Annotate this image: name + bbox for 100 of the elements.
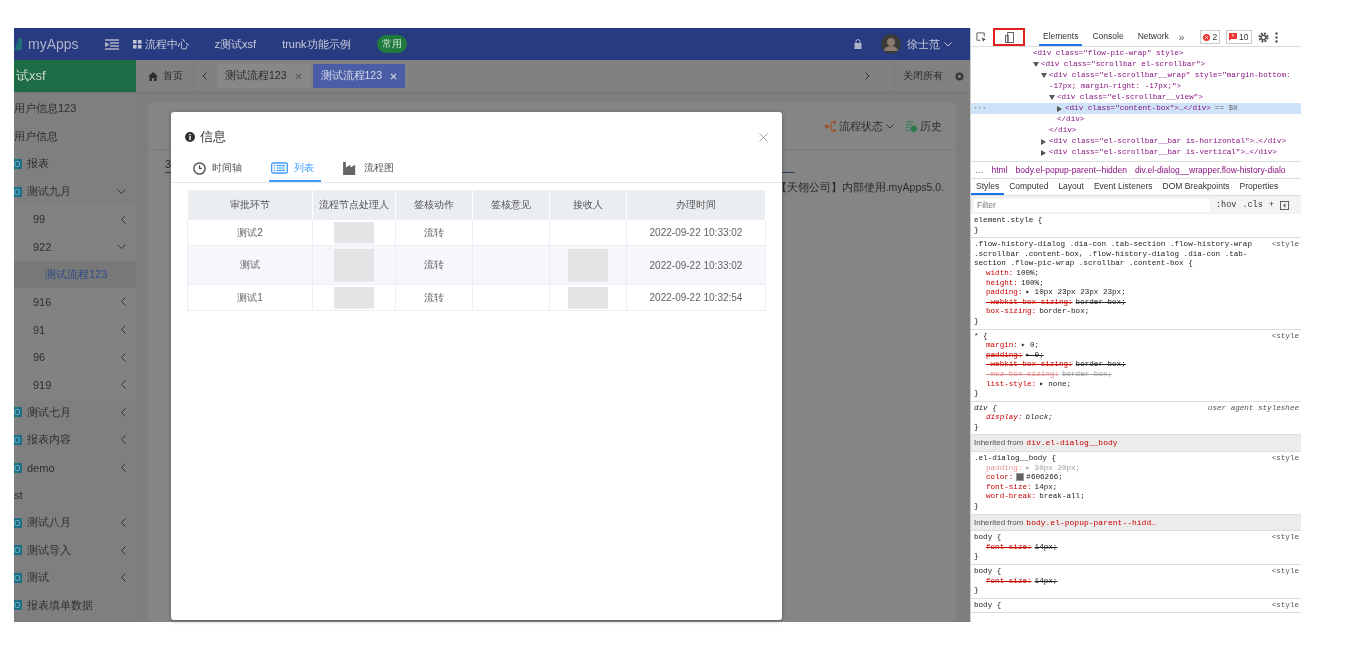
chevron-down-icon — [117, 244, 126, 250]
chevron-left-icon — [121, 407, 126, 417]
info-icon — [185, 132, 195, 142]
dialog-tab[interactable]: 时间轴 — [191, 156, 249, 182]
devtools-tab[interactable]: Elements — [1039, 28, 1083, 46]
styles-tab[interactable]: Computed — [1004, 179, 1054, 195]
close-all-button[interactable]: 关闭所有 — [894, 60, 943, 92]
breadcrumb[interactable]: div.el-dialog__wrapper.flow-history-dialo — [1134, 165, 1286, 175]
home-tab[interactable]: 首页 — [148, 60, 194, 92]
table-cell: 流转 — [395, 245, 473, 285]
folder-icon — [14, 462, 22, 473]
filter-toggle[interactable]: .cls — [1242, 200, 1263, 210]
sidebar-toggle-icon[interactable] — [1279, 200, 1289, 210]
color-swatch[interactable] — [1016, 473, 1025, 482]
settings-icon[interactable] — [955, 71, 964, 81]
table-cell: 测试1 — [187, 284, 313, 311]
column-header: 流程节点处理人 — [312, 190, 396, 220]
warning-count[interactable]: 10 — [1226, 30, 1252, 44]
chevron-left-icon — [121, 463, 126, 472]
inherited-selector[interactable]: body.el-popup-parent--hidd… — [1026, 517, 1156, 527]
column-header: 签核动作 — [395, 190, 473, 220]
sidebar-item[interactable]: 测试导入 — [14, 536, 136, 565]
sidebar-item[interactable]: 报表内容 — [14, 426, 136, 454]
sidebar-item[interactable]: 测试九月 — [14, 177, 136, 206]
styles-tab[interactable]: DOM Breakpoints — [1157, 179, 1235, 195]
home-icon — [148, 71, 158, 81]
page-tab[interactable]: 测试流程123 — [312, 64, 406, 88]
chevron-left-icon — [121, 435, 126, 445]
nav-item[interactable]: z测试xsf — [214, 36, 257, 52]
flow-icon — [825, 120, 836, 132]
filter-toggle[interactable]: :hov — [1216, 200, 1237, 210]
inherited-label: Inherited from — [974, 517, 1024, 527]
lock-icon[interactable] — [854, 39, 862, 49]
folder-icon — [14, 600, 22, 611]
sidebar-item[interactable]: 测试七月 — [14, 398, 136, 427]
inspect-icon[interactable] — [976, 31, 987, 43]
table-cell: 流转 — [395, 284, 473, 311]
sidebar-item[interactable]: demo — [14, 453, 136, 482]
table-cell: 流转 — [395, 219, 473, 246]
chevron-left-icon — [121, 214, 126, 224]
chevron-left-icon — [121, 352, 126, 362]
sidebar-title: 试xsf — [14, 60, 136, 92]
expanded-arrow-icon[interactable] — [1049, 95, 1055, 100]
inherited-selector[interactable]: div.el-dialog__body — [1026, 438, 1118, 448]
settings-icon[interactable] — [1257, 31, 1269, 43]
error-icon — [1203, 33, 1211, 41]
collapsed-arrow-icon[interactable] — [1057, 105, 1062, 112]
chevron-left-icon — [121, 518, 126, 528]
folder-icon — [14, 159, 22, 169]
toolbar-button[interactable]: 流程状态 — [825, 118, 894, 134]
device-icon — [1004, 31, 1014, 43]
app-logo: myApps — [28, 36, 79, 52]
sidebar-item[interactable]: 报表填单数据 — [14, 591, 136, 620]
breadcrumb[interactable]: html — [991, 165, 1008, 175]
table-cell: 测试 — [187, 245, 313, 285]
sidebar-item[interactable]: 报表 — [14, 150, 136, 178]
caret-icon — [944, 41, 952, 47]
chevron-left-icon — [121, 573, 126, 583]
factory-icon — [343, 161, 358, 175]
filter-field[interactable]: Filter — [974, 198, 1210, 212]
sidebar-item[interactable]: 测试八月 — [14, 508, 136, 537]
menu-icon[interactable] — [104, 38, 119, 50]
more-icon[interactable] — [1274, 31, 1278, 43]
filter-toggle[interactable]: + — [1268, 200, 1274, 210]
notice-text: 【天翎公司】内部使用.myApps5.0. — [774, 181, 945, 195]
chevron-left-icon — [121, 325, 126, 335]
breadcrumb[interactable]: body.el-popup-parent--hidden — [1015, 165, 1127, 175]
folder-icon — [14, 434, 22, 445]
page-tab[interactable]: 测试流程123 — [217, 64, 310, 88]
devtools-tab[interactable]: Console — [1088, 28, 1128, 46]
chevron-down-icon — [117, 189, 126, 195]
dialog-tab[interactable]: 流程图 — [341, 156, 401, 182]
sidebar-item[interactable]: 用户信息123 — [14, 95, 136, 123]
favorites-badge[interactable]: 常用 — [376, 35, 407, 53]
nav-item[interactable]: trunk功能示例 — [282, 36, 351, 52]
clock-icon — [193, 161, 206, 175]
device-toolbar-toggle[interactable] — [993, 28, 1025, 46]
message-icon — [1229, 33, 1238, 41]
sidebar-item[interactable]: 测试 — [14, 564, 136, 592]
folder-icon — [14, 517, 22, 528]
scroll-right-icon[interactable] — [865, 72, 870, 80]
dialog-title: 信息 — [200, 128, 226, 146]
sidebar-item[interactable]: 用户信息 — [14, 122, 136, 151]
more-tabs-button[interactable]: » — [1178, 31, 1185, 43]
user-avatar[interactable] — [881, 34, 901, 54]
user-menu[interactable]: 徐士范 — [907, 36, 952, 52]
caret-icon — [886, 123, 894, 129]
styles-tab[interactable]: Properties — [1234, 179, 1284, 195]
scroll-left-icon[interactable] — [202, 72, 207, 80]
toolbar-button[interactable]: 历史 — [906, 118, 942, 134]
grid-icon — [132, 39, 142, 49]
list-icon — [271, 162, 288, 174]
breadcrumb[interactable]: … — [975, 165, 984, 175]
inherited-label: Inherited from — [974, 438, 1024, 448]
sidebar-item[interactable]: st — [14, 481, 136, 509]
styles-tab[interactable]: Layout — [1053, 179, 1089, 195]
devtools-tab[interactable]: Network — [1133, 28, 1173, 46]
error-count[interactable]: 2 — [1200, 30, 1221, 44]
styles-tab[interactable]: Event Listeners — [1088, 179, 1158, 195]
nav-item[interactable]: 流程中心 — [132, 36, 189, 52]
